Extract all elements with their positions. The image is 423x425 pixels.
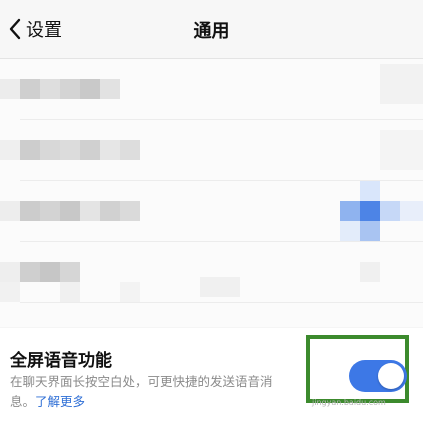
description-line1: 在聊天界面长按空白处，可更快捷的发送语音消 bbox=[10, 374, 273, 389]
setting-description: 在聊天界面长按空白处，可更快捷的发送语音消 息。了解更多 bbox=[10, 372, 310, 412]
setting-title: 全屏语音功能 bbox=[10, 351, 112, 371]
list-item[interactable] bbox=[0, 59, 423, 119]
toggle-knob bbox=[378, 363, 404, 389]
description-line2: 息。 bbox=[10, 394, 36, 409]
watermark: jingyan.baidu.com bbox=[312, 398, 386, 407]
settings-list-blurred bbox=[0, 59, 423, 327]
page-title: 通用 bbox=[193, 21, 230, 42]
list-item[interactable] bbox=[0, 120, 423, 180]
list-item[interactable] bbox=[0, 242, 423, 302]
learn-more-link[interactable]: 了解更多 bbox=[35, 394, 85, 409]
list-item[interactable] bbox=[0, 181, 423, 241]
fullscreen-voice-toggle[interactable] bbox=[349, 360, 407, 392]
navigation-bar: 设置 通用 bbox=[0, 0, 423, 59]
